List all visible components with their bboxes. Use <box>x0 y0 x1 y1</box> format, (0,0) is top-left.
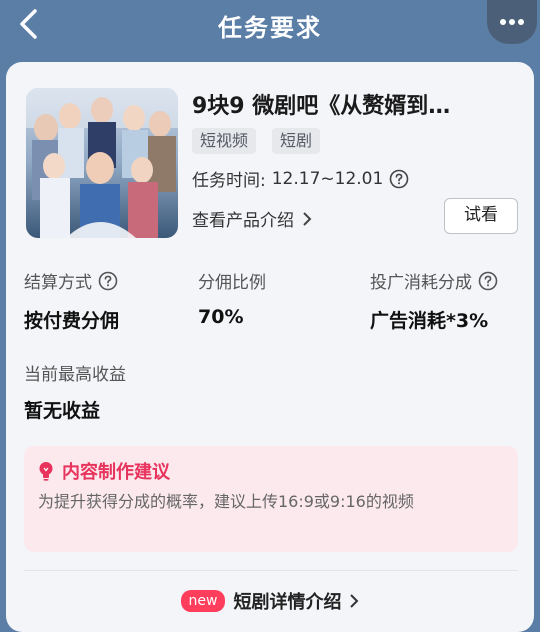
ad-share-label: 投广消耗分成 <box>370 268 498 293</box>
commission-label: 分佣比例 <box>198 273 266 293</box>
task-card: 9块9 微剧吧《从赘婿到… 短视频 短剧 任务时间: 12.17~12.01 查… <box>6 62 534 632</box>
drama-detail-link[interactable]: new 短剧详情介绍 <box>6 588 534 614</box>
lightbulb-icon <box>39 462 53 481</box>
commission-value: 70% <box>198 306 244 328</box>
drama-detail-label: 短剧详情介绍 <box>233 592 342 613</box>
drama-title: 9块9 微剧吧《从赘婿到… <box>192 94 451 119</box>
help-icon[interactable] <box>98 271 118 291</box>
product-intro-link[interactable]: 查看产品介绍 <box>192 206 312 231</box>
task-time-value: 12.17~12.01 <box>271 168 384 189</box>
settlement-label-text: 结算方式 <box>24 273 92 293</box>
page-title: 任务要求 <box>218 14 322 42</box>
chevron-right-icon <box>350 594 359 608</box>
task-time-label: 任务时间: <box>192 171 266 191</box>
top-bar: 任务要求 <box>0 0 540 60</box>
max-income-value: 暂无收益 <box>24 400 101 422</box>
product-intro-label: 查看产品介绍 <box>192 211 294 231</box>
try-watch-button[interactable]: 试看 <box>444 198 518 234</box>
poster-art <box>26 88 178 238</box>
tip-text: 为提升获得分成的概率，建议上传16:9或9:16的视频 <box>38 492 414 511</box>
help-icon[interactable] <box>478 271 498 291</box>
task-time: 任务时间: 12.17~12.01 <box>192 166 409 191</box>
new-badge: new <box>180 590 226 612</box>
more-dots-icon <box>500 19 524 25</box>
tip-header: 内容制作建议 <box>38 458 170 484</box>
tag-short-video: 短视频 <box>192 128 257 154</box>
tip-title: 内容制作建议 <box>62 462 170 483</box>
tag-short-drama: 短剧 <box>272 128 321 154</box>
max-income-label: 当前最高收益 <box>24 365 126 385</box>
more-button[interactable] <box>487 0 537 44</box>
divider <box>24 570 518 571</box>
content-tip-box: 内容制作建议 为提升获得分成的概率，建议上传16:9或9:16的视频 <box>24 446 518 552</box>
settlement-label: 结算方式 <box>24 268 118 293</box>
help-icon[interactable] <box>389 169 409 189</box>
ad-share-value: 广告消耗*3% <box>370 310 489 332</box>
chevron-right-icon <box>303 211 312 226</box>
settlement-value: 按付费分佣 <box>24 310 120 332</box>
drama-poster-image[interactable] <box>26 88 178 238</box>
ad-share-label-text: 投广消耗分成 <box>370 273 472 293</box>
